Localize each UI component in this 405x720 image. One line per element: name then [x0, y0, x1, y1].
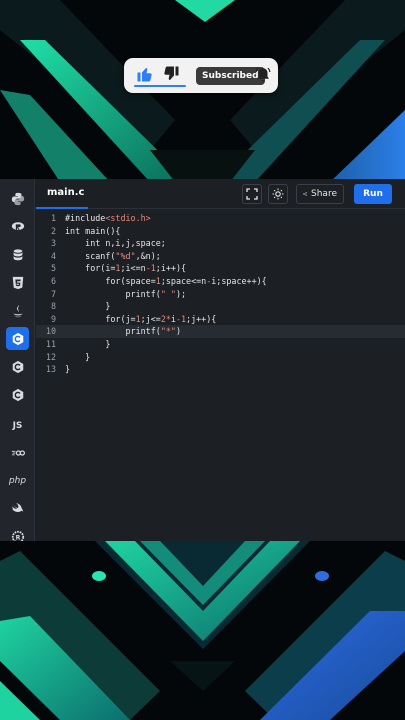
code-text: scanf("%d",&n); [65, 250, 161, 261]
code-text: } [65, 364, 71, 375]
bell-icon[interactable] [254, 66, 272, 84]
code-line[interactable]: 4 scanf("%d",&n); [36, 250, 405, 263]
html5-icon[interactable] [6, 271, 29, 294]
swift-icon[interactable] [6, 497, 29, 520]
line-number: 9 [50, 313, 56, 324]
line-number: 11 [45, 339, 56, 349]
cpp-icon[interactable] [6, 355, 29, 378]
line-number: 4 [50, 250, 56, 261]
thumbs-up-icon[interactable] [136, 65, 154, 83]
line-number: 3 [50, 238, 56, 249]
background-artwork-bottom [0, 541, 405, 720]
code-line[interactable]: 9 for(j=1;j<=2*i-1;j++){ [36, 313, 405, 326]
code-area[interactable]: 1 #include<stdio.h> 2 int main(){3 int n,i,… [36, 210, 405, 543]
like-underline [134, 85, 186, 87]
python-icon[interactable] [6, 187, 29, 210]
code-text: int main(){ [65, 225, 121, 236]
code-editor-window: JS php R main.c Share Run 1 #include<stdi… [0, 179, 405, 543]
r-language-icon[interactable] [6, 215, 29, 238]
share-button[interactable]: Share [296, 184, 344, 204]
code-line[interactable]: 1 #include<stdio.h> [36, 212, 405, 225]
code-text: #include<stdio.h> [65, 213, 151, 223]
line-number: 1 [50, 213, 56, 223]
line-number: 2 [50, 225, 56, 236]
tab-main-c[interactable]: main.c [36, 179, 88, 209]
code-text: } [65, 339, 111, 349]
theme-toggle-button[interactable] [268, 184, 288, 204]
code-line[interactable]: 7 printf(" "); [36, 288, 405, 301]
c-language-icon[interactable] [6, 327, 29, 350]
code-text: } [65, 351, 91, 362]
javascript-icon[interactable]: JS [6, 414, 29, 437]
line-number: 10 [45, 326, 56, 337]
code-text: printf("*") [65, 326, 182, 337]
run-button[interactable]: Run [354, 184, 392, 204]
java-icon[interactable] [6, 299, 29, 322]
code-line[interactable]: 12 } [36, 351, 405, 364]
thumbs-down-icon[interactable] [162, 65, 180, 83]
database-icon[interactable] [6, 243, 29, 266]
code-line[interactable]: 11 } [36, 338, 405, 351]
code-text: } [65, 301, 111, 312]
language-sidebar: JS php R [0, 179, 35, 543]
share-label: Share [311, 189, 337, 199]
code-line[interactable]: 6 for(space=1;space<=n-i;space++){ [36, 275, 405, 288]
code-line[interactable]: 3 int n,i,j,space; [36, 237, 405, 250]
subscribe-overlay: Subscribed [124, 58, 278, 93]
code-line[interactable]: 10 printf("*") [36, 325, 405, 338]
share-icon [303, 192, 307, 196]
code-text: for(i=1;i<=n-1;i++){ [65, 263, 187, 274]
line-number: 7 [50, 288, 56, 299]
sun-icon [272, 188, 284, 200]
code-text: int n,i,j,space; [65, 238, 166, 249]
code-line[interactable]: 5 for(i=1;i<=n-1;i++){ [36, 262, 405, 275]
line-number: 5 [50, 263, 56, 274]
line-number: 12 [45, 351, 56, 362]
csharp-icon[interactable] [6, 383, 29, 406]
code-text: printf(" "); [65, 288, 187, 299]
editor-toolbar: main.c Share Run [36, 179, 405, 209]
line-number: 13 [45, 364, 56, 375]
php-icon[interactable]: php [6, 469, 29, 492]
code-line[interactable]: 8 } [36, 300, 405, 313]
code-text: for(j=1;j<=2*i-1;j++){ [65, 313, 217, 324]
fullscreen-button[interactable] [242, 184, 262, 204]
tab-label: main.c [47, 187, 85, 198]
code-line[interactable]: 2 int main(){ [36, 225, 405, 238]
line-number: 6 [50, 276, 56, 286]
code-text: for(space=1;space<=n-i;space++){ [65, 276, 267, 286]
fullscreen-icon [246, 188, 258, 200]
go-icon[interactable] [6, 441, 29, 464]
line-number: 8 [50, 301, 56, 312]
code-line[interactable]: 13} [36, 363, 405, 376]
